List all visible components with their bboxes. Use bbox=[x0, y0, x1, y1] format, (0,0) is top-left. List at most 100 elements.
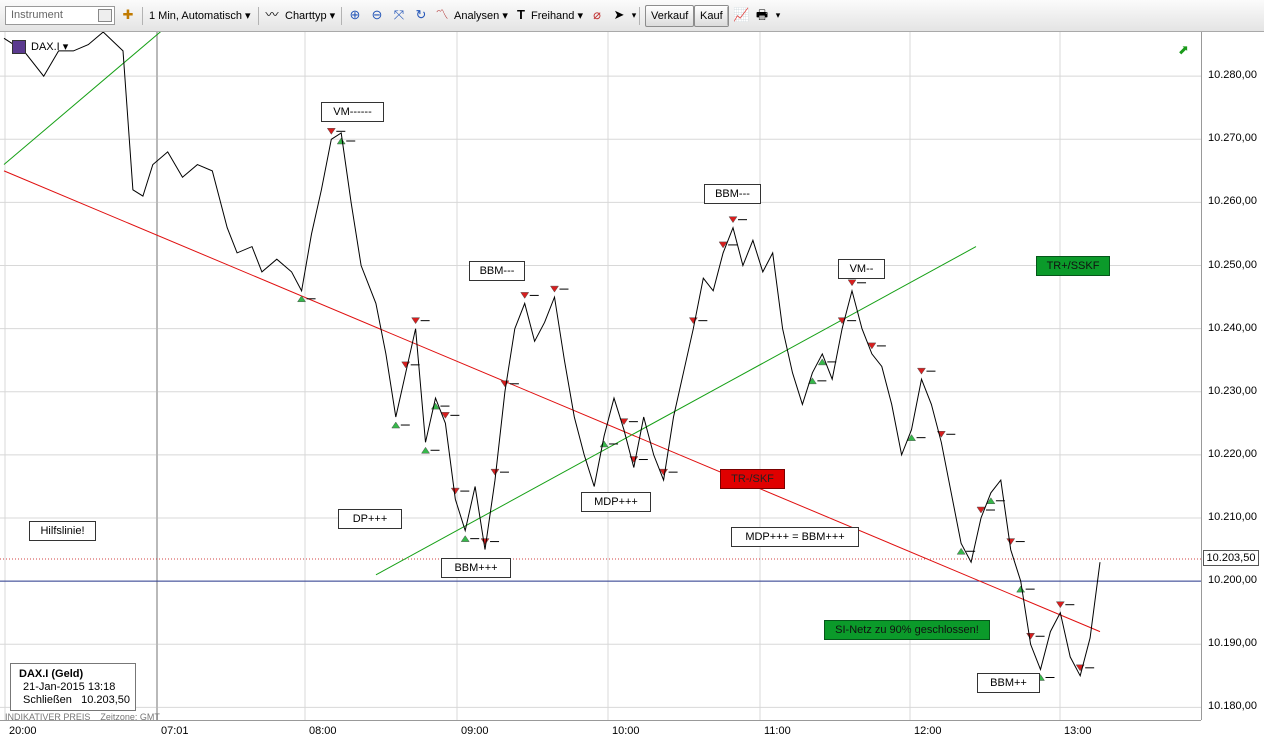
chevron-down-icon: ▾ bbox=[245, 10, 251, 22]
annotation-label[interactable]: MDP+++ = BBM+++ bbox=[731, 527, 859, 547]
footer-left: INDIKATIVER PREIS bbox=[5, 712, 91, 722]
freihand-dropdown[interactable]: Freihand ▾ bbox=[531, 6, 583, 26]
sell-signal-marker bbox=[550, 285, 559, 293]
chevron-down-icon: ▾ bbox=[502, 10, 508, 22]
chevron-down-icon[interactable]: ▾ bbox=[770, 7, 786, 23]
text-tool-icon[interactable]: T bbox=[513, 7, 529, 23]
sell-signal-marker bbox=[401, 361, 411, 369]
toolbar-separator bbox=[341, 7, 342, 25]
chevron-down-icon: ▾ bbox=[329, 10, 336, 22]
toolbar-separator bbox=[142, 7, 143, 25]
y-tick-label: 10.270,00 bbox=[1208, 132, 1257, 145]
interval-label: 1 Min, Automatisch bbox=[149, 10, 242, 22]
y-tick-label: 10.190,00 bbox=[1208, 637, 1257, 650]
y-tick-label: 10.250,00 bbox=[1208, 258, 1257, 271]
kauf-button[interactable]: Kauf bbox=[694, 5, 729, 27]
refresh-icon[interactable]: ↻ bbox=[413, 7, 429, 23]
x-tick-label: 09:00 bbox=[461, 725, 489, 737]
annotation-label[interactable]: VM-- bbox=[838, 259, 885, 279]
sell-signal-marker bbox=[411, 317, 421, 325]
y-tick-label: 10.210,00 bbox=[1208, 511, 1257, 524]
zoom-out-icon[interactable]: ⊖ bbox=[369, 7, 385, 23]
y-tick-label: 10.180,00 bbox=[1208, 700, 1257, 713]
toolbar-separator bbox=[727, 7, 728, 25]
horizontal-lines bbox=[0, 558, 1201, 582]
instrument-input[interactable]: Instrument bbox=[5, 6, 115, 25]
chart-settings-icon[interactable]: 📈 bbox=[733, 7, 749, 23]
cursor-icon[interactable]: ➤ bbox=[611, 7, 627, 23]
sell-signal-marker bbox=[688, 317, 698, 325]
sell-signal-marker bbox=[1026, 633, 1036, 640]
zoom-in-icon[interactable]: ⊕ bbox=[347, 7, 363, 23]
annotation-label[interactable]: BBM+++ bbox=[441, 558, 511, 578]
buy-signal-marker bbox=[1016, 585, 1026, 593]
charttype-dropdown[interactable]: Charttyp ▾ bbox=[285, 6, 335, 26]
x-tick-label: 07:01 bbox=[161, 725, 189, 737]
sell-signal-marker bbox=[480, 538, 490, 546]
x-tick-label: 12:00 bbox=[914, 725, 942, 737]
add-indicator-icon[interactable]: ✚ bbox=[120, 7, 136, 23]
trend-up-icon[interactable]: ⬈ bbox=[1178, 42, 1189, 58]
toolbar-separator bbox=[258, 7, 259, 25]
sell-signal-marker bbox=[847, 279, 857, 287]
buy-signal-marker bbox=[391, 421, 401, 429]
footer-note: INDIKATIVER PREIS Zeitzone: GMT bbox=[5, 712, 160, 722]
toolbar-separator bbox=[639, 7, 640, 25]
annotation-label[interactable]: BBM--- bbox=[704, 184, 761, 204]
annotation-label[interactable]: TR+/SSKF bbox=[1036, 256, 1110, 276]
instrument-lookup-icon[interactable] bbox=[98, 9, 112, 22]
annotation-label[interactable]: MDP+++ bbox=[581, 492, 651, 512]
line-chart-icon[interactable]: 〰 bbox=[264, 7, 280, 23]
price-line bbox=[3, 32, 1101, 678]
sell-signal-marker bbox=[916, 367, 926, 375]
annotation-label[interactable]: VM------ bbox=[321, 102, 384, 122]
analysen-label: Analysen bbox=[454, 10, 500, 22]
symbol-selector[interactable]: DAX.I ▾ bbox=[12, 40, 69, 55]
buy-signal-marker bbox=[599, 440, 609, 448]
x-tick-label: 20:00 bbox=[9, 725, 37, 737]
price-chart[interactable] bbox=[0, 32, 1201, 720]
legend-date: 21-Jan-2015 13:18 bbox=[23, 681, 116, 693]
y-tick-label: 10.280,00 bbox=[1208, 69, 1257, 82]
eraser-icon[interactable]: ⌀ bbox=[589, 7, 605, 23]
price-legend: DAX.I (Geld) 21-Jan-2015 13:18 Schließen… bbox=[10, 663, 136, 711]
analysen-dropdown[interactable]: Analysen ▾ bbox=[454, 6, 508, 26]
sell-signal-marker bbox=[326, 128, 336, 135]
y-tick-label: 10.220,00 bbox=[1208, 447, 1257, 460]
trendlines bbox=[3, 32, 1101, 633]
fit-icon[interactable]: ⤧ bbox=[391, 7, 407, 23]
chevron-down-icon: ▾ bbox=[577, 10, 584, 22]
footer-right: Zeitzone: GMT bbox=[100, 712, 160, 722]
chevron-down-icon: ▾ bbox=[62, 41, 69, 53]
sell-signal-marker bbox=[520, 292, 530, 299]
annotation-label[interactable]: TR-/SKF bbox=[720, 469, 785, 489]
legend-close-value: 10.203,50 bbox=[81, 694, 131, 706]
buy-signal-marker bbox=[460, 535, 470, 542]
annotation-label[interactable]: DP+++ bbox=[338, 509, 402, 529]
charttype-label: Charttyp bbox=[285, 10, 327, 22]
x-tick-label: 11:00 bbox=[764, 725, 791, 737]
sell-signal-marker bbox=[490, 468, 500, 476]
sell-signal-marker bbox=[500, 380, 510, 388]
annotation-label[interactable]: BBM--- bbox=[469, 261, 525, 281]
print-icon[interactable]: 🖶 bbox=[754, 7, 770, 23]
symbol-label: DAX.I bbox=[31, 41, 60, 53]
verkauf-button[interactable]: Verkauf bbox=[645, 5, 695, 27]
annotation-label[interactable]: SI-Netz zu 90% geschlossen! bbox=[824, 620, 990, 640]
toolbar: Instrument ✚ 1 Min, Automatisch ▾ 〰 Char… bbox=[0, 0, 1264, 32]
sell-signal-marker bbox=[1055, 601, 1065, 609]
interval-dropdown[interactable]: 1 Min, Automatisch ▾ bbox=[149, 6, 251, 26]
y-tick-label: 10.200,00 bbox=[1208, 574, 1257, 587]
legend-title: DAX.I (Geld) bbox=[19, 668, 84, 680]
sell-signal-marker bbox=[1006, 538, 1016, 546]
instrument-placeholder: Instrument bbox=[11, 9, 63, 21]
freihand-label: Freihand bbox=[531, 10, 575, 22]
annotation-label[interactable]: BBM++ bbox=[977, 673, 1040, 693]
y-tick-label: 10.230,00 bbox=[1208, 384, 1257, 397]
annotation-label[interactable]: Hilfslinie! bbox=[29, 521, 96, 541]
x-tick-label: 08:00 bbox=[309, 725, 337, 737]
x-tick-label: 13:00 bbox=[1064, 725, 1092, 737]
red-trendline[interactable] bbox=[3, 170, 1101, 633]
y-tick-label: 10.240,00 bbox=[1208, 321, 1257, 334]
analysis-icon[interactable]: 〽 bbox=[434, 7, 450, 23]
